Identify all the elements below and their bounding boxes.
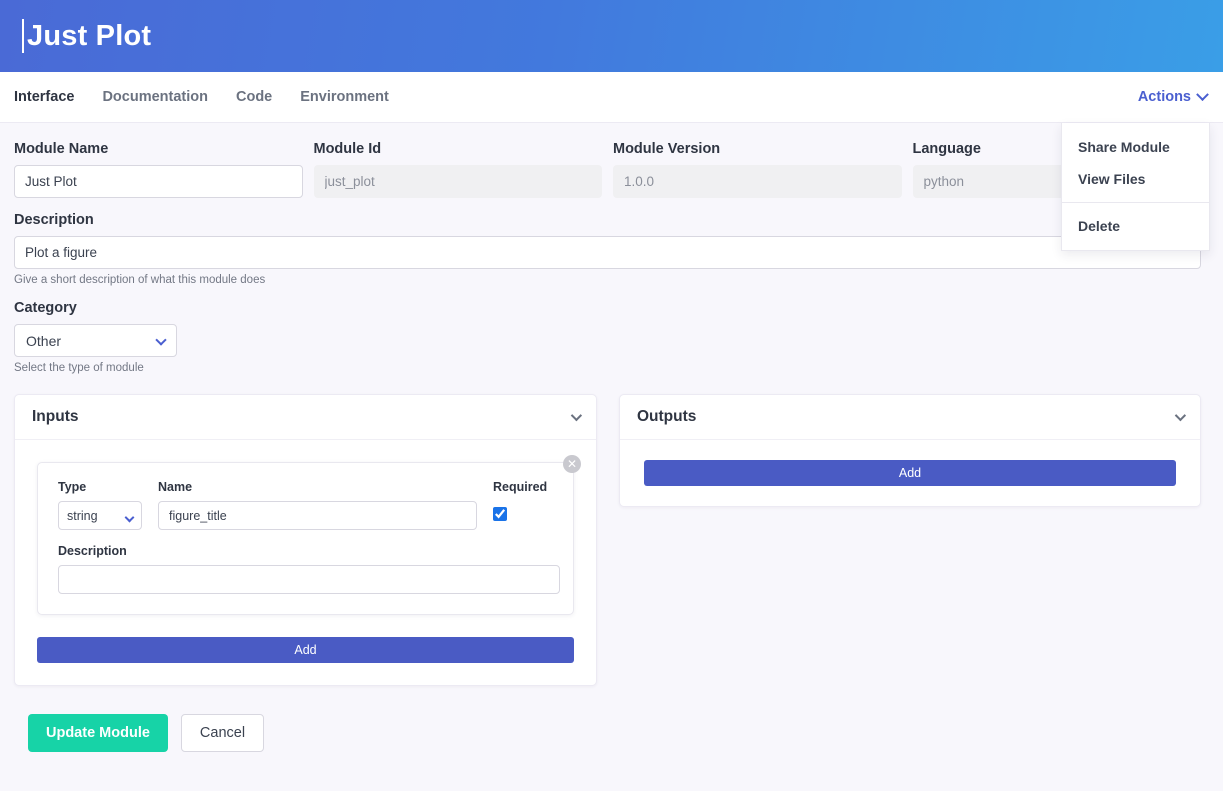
tab-navbar: Interface Documentation Code Environment… [0,72,1223,251]
field-category: Category Other Select the type of module [14,300,1201,374]
text-cursor-caret [22,19,24,53]
tab-code[interactable]: Code [236,90,272,105]
input-item-grid: Type string Name Required [58,480,553,530]
field-description: Description Give a short description of … [14,212,1201,286]
app-banner: Just Plot [0,0,1223,72]
input-name-field: Name [158,480,477,530]
input-type-select[interactable]: string [58,501,142,530]
label-module-version: Module Version [613,141,721,157]
label-module-id: Module Id [313,141,382,157]
add-output-button[interactable]: Add [644,460,1176,486]
module-id-input [313,165,602,198]
close-icon[interactable]: ✕ [563,455,581,473]
outputs-panel-body: Add [620,440,1200,506]
tab-interface[interactable]: Interface [14,90,74,105]
label-category: Category [14,300,77,316]
input-name-input[interactable] [158,501,477,530]
cancel-button[interactable]: Cancel [180,714,265,752]
inputs-panel-header[interactable]: Inputs [15,395,596,440]
module-meta-row: Module Name Module Id Module Version Lan… [14,141,1201,198]
menu-divider [1062,202,1209,203]
input-description-field: Description [58,544,560,594]
actions-dropdown-menu: Share Module View Files Delete [1061,123,1210,251]
tab-list: Interface Documentation Code Environment [14,90,389,105]
actions-label: Actions [1137,89,1191,105]
actions-button[interactable]: Actions [1137,87,1209,105]
chevron-down-icon[interactable] [570,409,583,422]
banner-title-wrap: Just Plot [22,19,151,53]
category-select-wrap: Other [14,324,177,357]
category-select[interactable]: Other [14,324,177,357]
label-name: Name [158,480,193,494]
add-input-button[interactable]: Add [37,637,574,663]
update-module-button[interactable]: Update Module [28,714,168,752]
menu-item-view-files[interactable]: View Files [1062,163,1209,195]
tab-environment[interactable]: Environment [300,90,389,105]
outputs-panel: Outputs Add [619,394,1201,507]
category-help-text: Select the type of module [14,362,144,374]
module-version-input [613,165,902,198]
description-help-text: Give a short description of what this mo… [14,274,266,286]
tab-documentation[interactable]: Documentation [102,90,208,105]
module-name-input[interactable] [14,165,303,198]
input-type-field: Type string [58,480,142,530]
field-module-id: Module Id [313,141,602,198]
input-description-input[interactable] [58,565,560,594]
description-input[interactable] [14,236,1201,269]
label-input-description: Description [58,544,127,558]
input-item-card: ✕ Type string Name figure_title Required… [37,455,581,615]
input-required-checkbox[interactable] [493,507,507,521]
menu-item-share-module[interactable]: Share Module [1062,131,1209,163]
actions-wrap: Actions [1137,87,1209,105]
field-module-name: Module Name [14,141,303,198]
chevron-down-icon[interactable] [1174,409,1187,422]
page-title: Just Plot [27,19,152,52]
inputs-panel-body: ✕ Type string Name figure_title Required… [15,440,596,685]
io-panels: Inputs ✕ Type string Name figure_title R… [14,394,1201,686]
page-body: Module Name Module Id Module Version Lan… [0,123,1223,752]
label-module-name: Module Name [14,141,109,157]
label-required: Required [493,480,548,494]
outputs-panel-header[interactable]: Outputs [620,395,1200,440]
label-description: Description [14,212,94,228]
outputs-panel-title: Outputs [637,408,697,425]
inputs-panel: Inputs ✕ Type string Name figure_title R… [14,394,597,686]
input-required-field: Required [493,480,553,526]
chevron-down-icon [1196,87,1209,101]
form-footer: Update Module Cancel [14,686,1201,752]
menu-item-delete[interactable]: Delete [1062,210,1209,242]
field-module-version: Module Version [613,141,902,198]
inputs-panel-title: Inputs [32,408,79,425]
label-type: Type [58,480,87,494]
